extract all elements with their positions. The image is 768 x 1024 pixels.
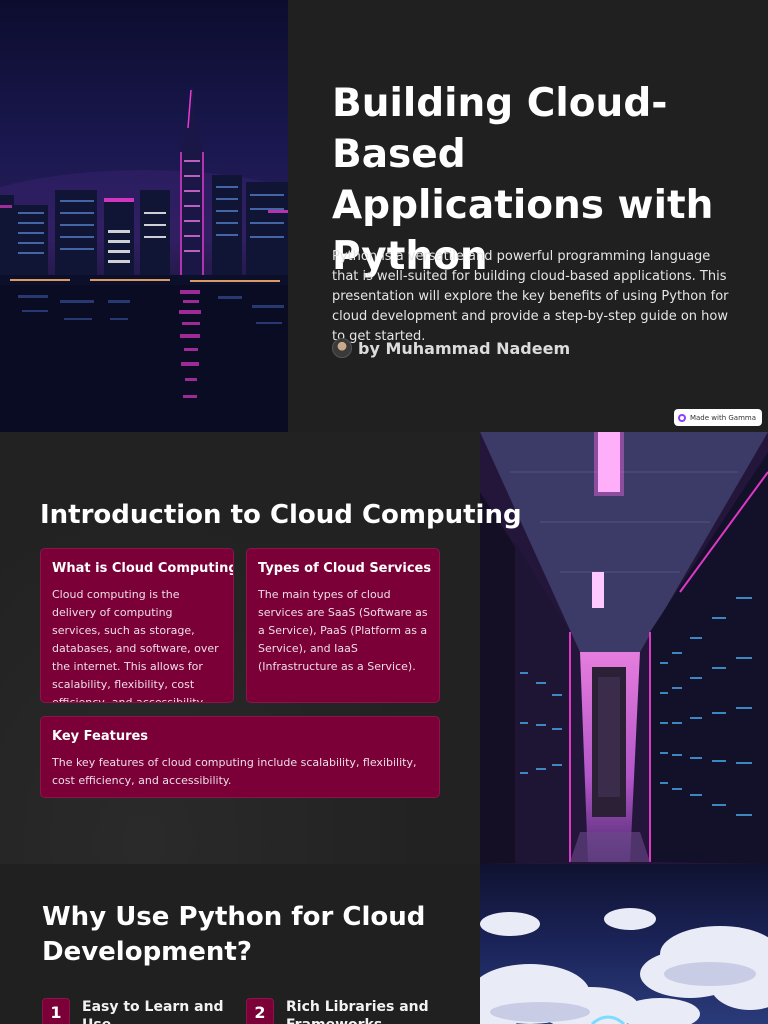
clouds-image [480,864,768,1024]
presentation-description: Python is a versatile and powerful progr… [332,249,729,344]
city-skyline-image [0,0,288,432]
feature-item: 2 Rich Libraries and Frameworks [246,998,456,1024]
author-name: by Muhammad Nadeem [358,338,571,358]
card-heading: Key Features [52,729,149,744]
card-heading: What is Cloud Computing? [52,561,234,576]
slide-title: Building Cloud-Based Applications with P… [0,0,768,432]
slide-intro-cloud: Introduction to Cloud Computing What is … [0,432,768,864]
slide-heading: Introduction to Cloud Computing [40,500,522,530]
card-body: Cloud computing is the delivery of compu… [52,588,219,703]
slide-why-python: Why Use Python for Cloud Development? 1 … [0,864,768,1024]
gamma-logo-icon [677,413,686,422]
feature-number: 1 [42,998,70,1024]
card-body: The key features of cloud computing incl… [52,756,417,787]
card-heading: Types of Cloud Services [258,561,432,576]
server-room-image [480,432,768,864]
server-room-illustration [480,432,768,864]
feature-item: 1 Easy to Learn and Use [42,998,252,1024]
city-skyline-illustration [0,88,288,432]
made-with-gamma-badge[interactable]: Made with Gamma [673,409,762,426]
card-types-of-services: Types of Cloud Services The main types o… [246,548,440,703]
slide-heading: Why Use Python for Cloud Development? [42,902,426,967]
feature-label: Rich Libraries and Frameworks [286,999,429,1024]
clouds-illustration [480,908,768,1024]
feature-label: Easy to Learn and Use [82,999,224,1024]
author-avatar [332,338,352,358]
card-key-features: Key Features The key features of cloud c… [40,716,440,798]
card-what-is-cloud: What is Cloud Computing? Cloud computing… [40,548,234,703]
card-body: The main types of cloud services are Saa… [258,588,428,673]
author-byline: by Muhammad Nadeem [332,338,570,358]
feature-number: 2 [246,998,274,1024]
gamma-badge-label: Made with Gamma [689,413,756,422]
